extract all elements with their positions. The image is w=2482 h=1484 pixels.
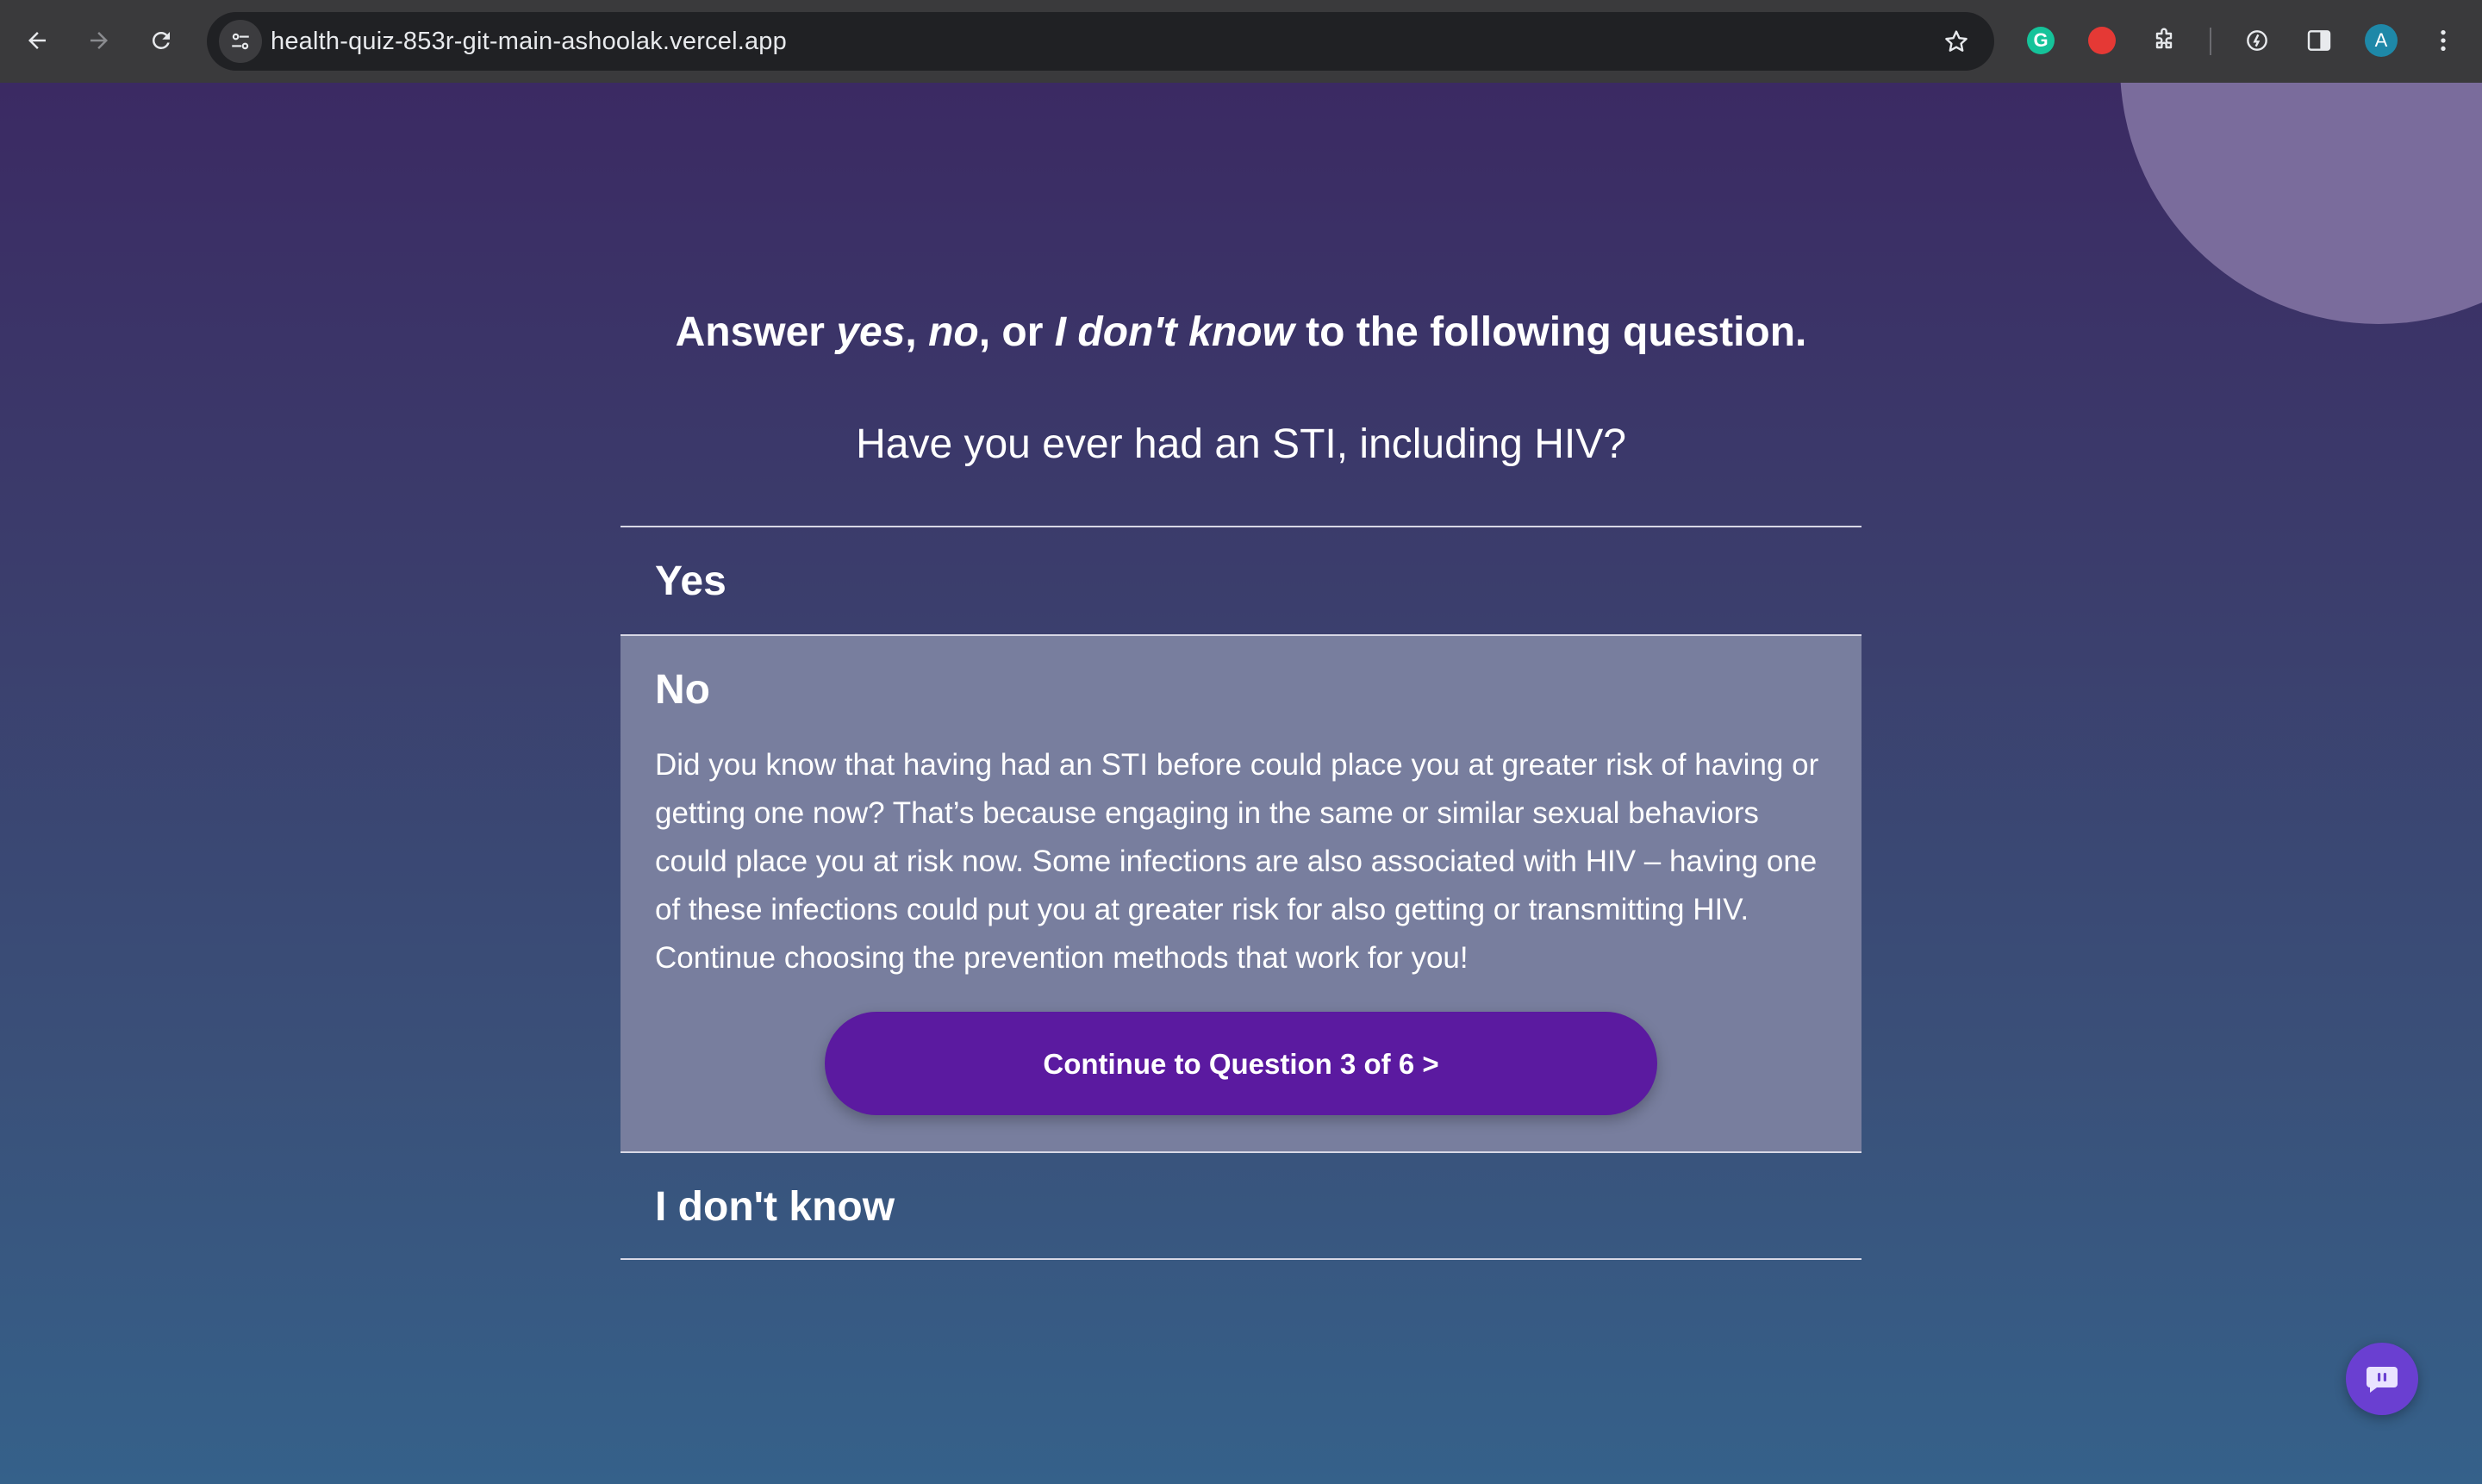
toolbar-divider [2210, 28, 2211, 55]
forward-button[interactable] [78, 19, 121, 62]
address-bar[interactable]: health-quiz-853r-git-main-ashoolak.verce… [207, 12, 1994, 71]
grammarly-icon: G [2027, 27, 2055, 54]
avatar: A [2365, 24, 2398, 57]
continue-button[interactable]: Continue to Question 3 of 6 > [825, 1012, 1657, 1115]
extensions-button[interactable] [2144, 21, 2184, 60]
back-button[interactable] [16, 19, 59, 62]
chat-widget-button[interactable] [2346, 1343, 2418, 1415]
chat-icon [2367, 1367, 2398, 1393]
answer-label: I don't know [655, 1184, 895, 1230]
quiz-question: Have you ever had an STI, including HIV? [856, 421, 1626, 467]
kebab-menu-icon [2441, 30, 2446, 51]
answer-option-yes[interactable]: Yes [620, 526, 1862, 634]
star-icon [1945, 30, 1968, 52]
arrow-left-icon [28, 32, 46, 49]
puzzle-icon [2155, 28, 2173, 49]
quiz-page: Answer yes, no, or I don't know to the f… [0, 83, 2482, 1484]
instruction-separator: , [905, 309, 929, 355]
instruction-idk: I don't know [1054, 309, 1294, 355]
bookmark-button[interactable] [1939, 24, 1974, 59]
menu-button[interactable] [2423, 21, 2463, 60]
answer-option-idk[interactable]: I don't know [620, 1151, 1862, 1260]
instruction-separator: , or [978, 309, 1055, 355]
instruction-yes: yes [836, 309, 906, 355]
side-panel-icon [2307, 30, 2331, 51]
answer-feedback: Did you know that having had an STI befo… [655, 748, 1819, 975]
instruction-text: Answer [675, 309, 837, 355]
site-info-button[interactable] [219, 20, 262, 63]
browser-toolbar: health-quiz-853r-git-main-ashoolak.verce… [0, 0, 2482, 83]
reload-icon [153, 32, 170, 49]
answer-label: No [655, 667, 710, 713]
quiz-instruction: Answer yes, no, or I don't know to the f… [0, 309, 2482, 356]
tune-icon [232, 33, 249, 50]
answer-list: Yes No Did you know that having had an S… [620, 526, 1862, 1260]
profile-button[interactable]: A [2361, 21, 2401, 60]
grammarly-extension[interactable]: G [2021, 21, 2061, 60]
answer-option-no[interactable]: No Did you know that having had an STI b… [620, 634, 1862, 1151]
side-panel-button[interactable] [2299, 21, 2339, 60]
decorative-circle [2120, 83, 2482, 324]
reload-button[interactable] [140, 19, 183, 62]
answer-label: Yes [655, 558, 727, 604]
arrow-right-icon [90, 32, 108, 49]
instruction-text: to the following question. [1294, 309, 1807, 355]
instruction-no: no [928, 309, 979, 355]
blocker-extension[interactable] [2082, 21, 2122, 60]
speed-icon [2247, 30, 2267, 51]
performance-button[interactable] [2237, 21, 2277, 60]
stop-hand-icon [2088, 27, 2116, 54]
url-text[interactable]: health-quiz-853r-git-main-ashoolak.verce… [271, 12, 787, 71]
